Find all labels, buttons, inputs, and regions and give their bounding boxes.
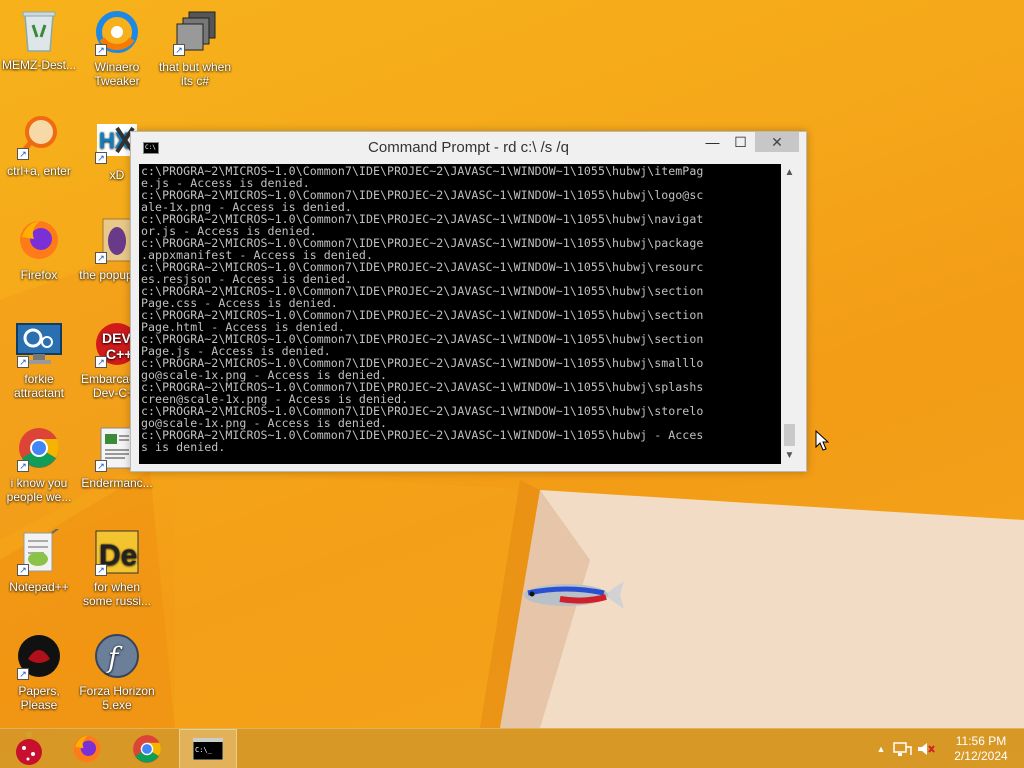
magnifier-icon: ↗ (15, 112, 63, 160)
maximize-button[interactable]: ☐ (727, 132, 754, 152)
taskbar: C:\_ ▲ 11:56 PM 2/12/2024 (0, 728, 1024, 768)
stacked-windows-icon: ↗ (171, 8, 219, 56)
shortcut-arrow-icon: ↗ (17, 356, 29, 368)
window-titlebar[interactable]: C:\ Command Prompt - rd c:\ /s /q — ☐ ✕ (131, 132, 806, 162)
shortcut-arrow-icon: ↗ (95, 152, 107, 164)
desktop-icon-memz[interactable]: MEMZ-Dest... (0, 6, 78, 72)
shortcut-arrow-icon: ↗ (95, 564, 107, 576)
desktop-fish-icon (524, 581, 624, 609)
svg-text:DEV: DEV (102, 330, 131, 346)
scrollbar-thumb[interactable] (784, 424, 795, 446)
chrome-icon (133, 735, 161, 763)
desktop-icon-thatbut[interactable]: ↗ that but when its c# (156, 8, 234, 88)
desktop-icon-label: Endermanc... (81, 476, 153, 490)
desktop-icon-label: Winaero Tweaker (94, 60, 140, 88)
shortcut-arrow-icon: ↗ (17, 148, 29, 160)
svg-text:C++: C++ (106, 346, 132, 362)
scroll-up-arrow-icon[interactable]: ▲ (781, 164, 798, 181)
desktop-icon-firefox[interactable]: Firefox (0, 216, 78, 282)
shortcut-arrow-icon: ↗ (95, 44, 107, 56)
taskbar-app-memz[interactable] (0, 729, 58, 768)
command-prompt-window[interactable]: C:\ Command Prompt - rd c:\ /s /q — ☐ ✕ … (130, 131, 807, 472)
desktop-icon-iknow[interactable]: ↗ i know you people we... (0, 424, 78, 504)
mouse-cursor-icon (815, 430, 829, 451)
shortcut-arrow-icon: ↗ (95, 356, 107, 368)
desktop-icon-label: i know you people we... (6, 476, 72, 504)
console-line: s is denied. (141, 440, 226, 454)
taskbar-clock[interactable]: 11:56 PM 2/12/2024 (944, 734, 1018, 764)
shortcut-arrow-icon: ↗ (173, 44, 185, 56)
volume-muted-icon[interactable] (916, 741, 936, 757)
de-app-icon: De ↗ (93, 528, 141, 576)
desktop-icon-label: forkie attractant (13, 372, 65, 400)
papers-please-icon: ↗ (15, 632, 63, 680)
tray-chevron-icon[interactable]: ▲ (874, 744, 888, 754)
taskbar-app-chrome[interactable] (118, 729, 176, 768)
system-tray: ▲ (874, 729, 936, 768)
desktop-icon-label: xD (109, 168, 125, 182)
winaero-tweaker-icon: ↗ (93, 8, 141, 56)
memz-ornament-icon (16, 732, 42, 765)
minimize-button[interactable]: — (699, 132, 726, 152)
desktop-icon-label: for when some russi... (82, 580, 151, 608)
command-prompt-icon: C:\_ (193, 738, 223, 760)
svg-text:C:\_: C:\_ (195, 746, 213, 754)
firefox-icon (15, 216, 63, 264)
desktop-icon-label: MEMZ-Dest... (2, 58, 76, 72)
shortcut-arrow-icon: ↗ (95, 252, 107, 264)
console-line: c:\PROGRA~2\MICROS~1.0\Common7\IDE\PROJE… (141, 428, 704, 442)
monitor-gear-icon: ↗ (15, 320, 63, 368)
taskbar-app-command-prompt[interactable]: C:\_ (179, 729, 237, 768)
desktop-icon-papers[interactable]: ↗ Papers, Please (0, 632, 78, 712)
chrome-icon: ↗ (15, 424, 63, 472)
desktop-icon-label: Firefox (20, 268, 58, 282)
desktop-icon-forkie[interactable]: ↗ forkie attractant (0, 320, 78, 400)
network-icon[interactable] (892, 741, 912, 757)
desktop-icon-label: Notepad++ (9, 580, 69, 594)
desktop-icon-notepadpp[interactable]: ↗ Notepad++ (0, 528, 78, 594)
vertical-scrollbar[interactable]: ▲ ▼ (781, 164, 798, 464)
taskbar-app-firefox[interactable] (58, 729, 116, 768)
desktop-icon-label: Forza Horizon 5.exe (79, 684, 155, 712)
notepad-plus-plus-icon: ↗ (15, 528, 63, 576)
desktop-icon-label: ctrl+a, enter (7, 164, 71, 178)
flash-player-icon: f (93, 632, 141, 680)
desktop-icon-label: that but when its c# (158, 60, 232, 88)
clock-time: 11:56 PM (955, 734, 1007, 748)
desktop-icon-ctrla[interactable]: ↗ ctrl+a, enter (0, 112, 78, 178)
shortcut-arrow-icon: ↗ (95, 460, 107, 472)
scroll-down-arrow-icon[interactable]: ▼ (781, 447, 798, 464)
recycle-bin-icon (15, 6, 63, 54)
desktop-icon-forza[interactable]: f Forza Horizon 5.exe (78, 632, 156, 712)
shortcut-arrow-icon: ↗ (17, 668, 29, 680)
desktop-icon-russi[interactable]: De ↗ for when some russi... (78, 528, 156, 608)
shortcut-arrow-icon: ↗ (17, 564, 29, 576)
close-button[interactable]: ✕ (755, 132, 799, 152)
desktop-icon-label: Papers, Please (18, 684, 60, 712)
shortcut-arrow-icon: ↗ (17, 460, 29, 472)
clock-date: 2/12/2024 (954, 749, 1008, 763)
console-output[interactable]: c:\PROGRA~2\MICROS~1.0\Common7\IDE\PROJE… (139, 164, 781, 464)
firefox-icon (73, 735, 101, 763)
desktop-icon-winaero[interactable]: ↗ Winaero Tweaker (78, 8, 156, 88)
